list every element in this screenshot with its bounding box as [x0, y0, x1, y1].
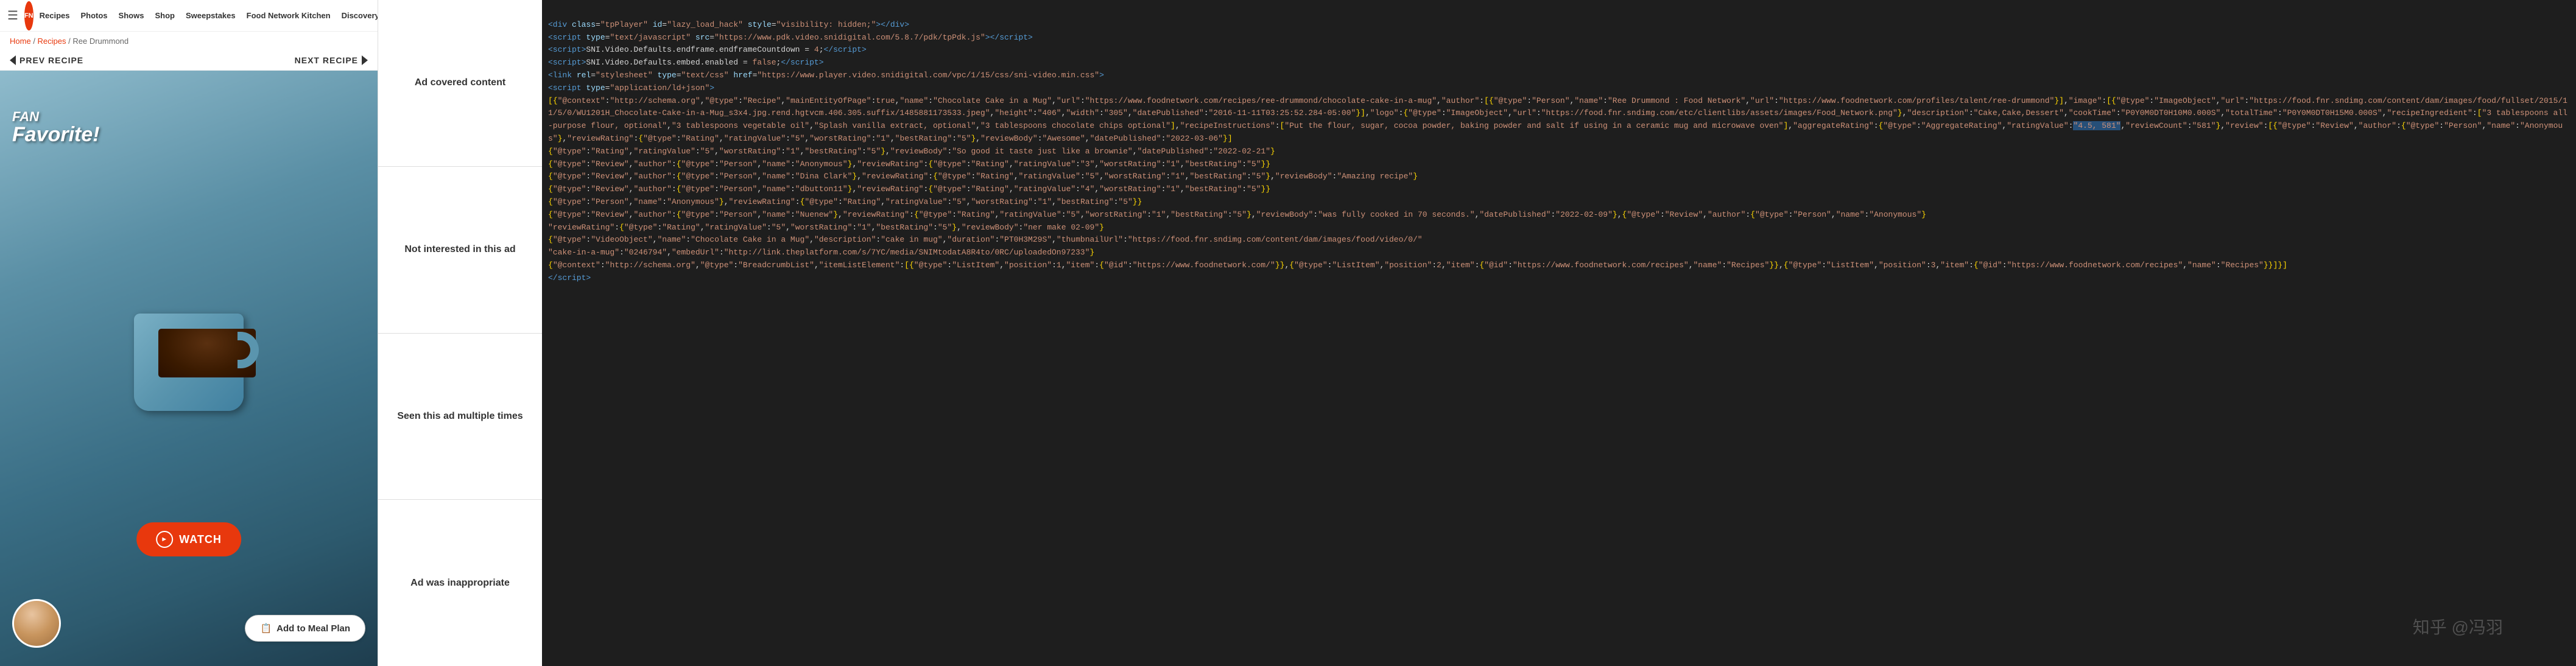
ad-option-covered[interactable]: Ad covered content	[378, 0, 542, 167]
code-panel[interactable]: <div class="tpPlayer" id="lazy_load_hack…	[542, 0, 2576, 666]
breadcrumb: Home / Recipes / Ree Drummond	[0, 32, 378, 51]
breadcrumb-recipes[interactable]: Recipes	[38, 37, 66, 46]
ad-option-inappropriate[interactable]: Ad was inappropriate	[378, 500, 542, 666]
prev-recipe-button[interactable]: PREV RECIPE	[10, 55, 83, 65]
nav-shop[interactable]: Shop	[155, 11, 175, 20]
watermark: 知乎 @冯羽	[2413, 614, 2503, 642]
breadcrumb-home[interactable]: Home	[10, 37, 31, 46]
favorite-text: Favorite!	[12, 124, 100, 145]
nav-fnk[interactable]: Food Network Kitchen	[247, 11, 331, 20]
next-arrow-icon	[362, 55, 368, 65]
meal-plan-icon: 📋	[260, 623, 272, 634]
watch-label: WATCH	[179, 533, 222, 546]
mug-body	[134, 314, 244, 411]
nav-photos[interactable]: Photos	[80, 11, 107, 20]
ad-panel: Ad covered content Not interested in thi…	[378, 0, 542, 666]
logo[interactable]: FN	[24, 1, 33, 30]
add-meal-button[interactable]: 📋 Add to Meal Plan	[245, 615, 365, 642]
hero-container: FAN Favorite! ► WATCH 📋 Add to Meal Plan	[0, 71, 378, 666]
nav-discovery[interactable]: Discovery	[342, 11, 379, 20]
nav-sweepstakes[interactable]: Sweepstakes	[186, 11, 236, 20]
breadcrumb-author: Ree Drummond	[72, 37, 128, 46]
avatar-area	[12, 599, 61, 648]
left-panel: ☰ FN Recipes Photos Shows Shop Sweepstak…	[0, 0, 378, 666]
recipe-nav: PREV RECIPE NEXT RECIPE	[0, 51, 378, 71]
play-icon: ►	[156, 531, 173, 548]
top-nav: ☰ FN Recipes Photos Shows Shop Sweepstak…	[0, 0, 378, 32]
breadcrumb-sep1: /	[33, 37, 37, 46]
add-meal-label: Add to Meal Plan	[276, 623, 350, 634]
avatar[interactable]	[12, 599, 61, 648]
hero-image: FAN Favorite! ► WATCH 📋 Add to Meal Plan	[0, 71, 378, 666]
next-recipe-button[interactable]: NEXT RECIPE	[295, 55, 368, 65]
fan-badge: FAN Favorite!	[12, 107, 100, 145]
mug-visual	[116, 301, 262, 423]
nav-shows[interactable]: Shows	[119, 11, 144, 20]
ad-option-seen-multiple[interactable]: Seen this ad multiple times	[378, 334, 542, 500]
fan-text: FAN	[12, 109, 39, 124]
next-label: NEXT RECIPE	[295, 55, 358, 65]
watch-button[interactable]: ► WATCH	[136, 522, 241, 556]
hamburger-icon[interactable]: ☰	[7, 8, 18, 23]
prev-arrow-icon	[10, 55, 16, 65]
prev-label: PREV RECIPE	[19, 55, 83, 65]
nav-recipes[interactable]: Recipes	[40, 11, 70, 20]
nav-links: Recipes Photos Shows Shop Sweepstakes Fo…	[40, 11, 379, 20]
ad-option-not-interested[interactable]: Not interested in this ad	[378, 167, 542, 334]
